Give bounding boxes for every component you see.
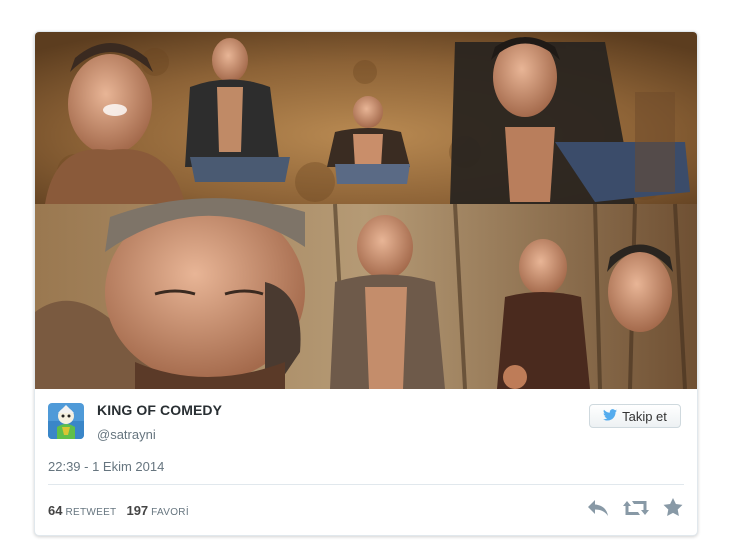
follow-button[interactable]: Takip et: [589, 404, 681, 428]
star-icon[interactable]: [663, 498, 683, 522]
follow-label: Takip et: [622, 408, 667, 424]
retweet-label: RETWEET: [65, 507, 117, 518]
reply-icon[interactable]: [587, 499, 609, 522]
favorite-stat[interactable]: 197 FAVORİ: [126, 503, 188, 518]
tweet-stats: 64 RETWEET 197 FAVORİ: [48, 503, 189, 518]
author-name[interactable]: KING OF COMEDY: [97, 402, 222, 418]
favorite-label: FAVORİ: [151, 507, 189, 518]
favorite-count: 197: [126, 503, 149, 518]
tweet-actions: [587, 498, 683, 522]
tweet-timestamp[interactable]: 22:39 - 1 Ekim 2014: [48, 459, 164, 474]
divider: [48, 484, 684, 485]
twitter-bird-icon: [603, 408, 618, 424]
tweet-photo[interactable]: [35, 32, 697, 389]
avatar-image: [48, 403, 84, 439]
tweet-card: KING OF COMEDY @satrayni Takip et 22:39 …: [34, 31, 698, 536]
author-avatar[interactable]: [48, 403, 84, 439]
photo-collage: [35, 32, 697, 389]
retweet-count: 64: [48, 503, 63, 518]
retweet-icon[interactable]: [623, 499, 649, 522]
retweet-stat[interactable]: 64 RETWEET: [48, 503, 116, 518]
author-handle[interactable]: @satrayni: [97, 427, 156, 442]
